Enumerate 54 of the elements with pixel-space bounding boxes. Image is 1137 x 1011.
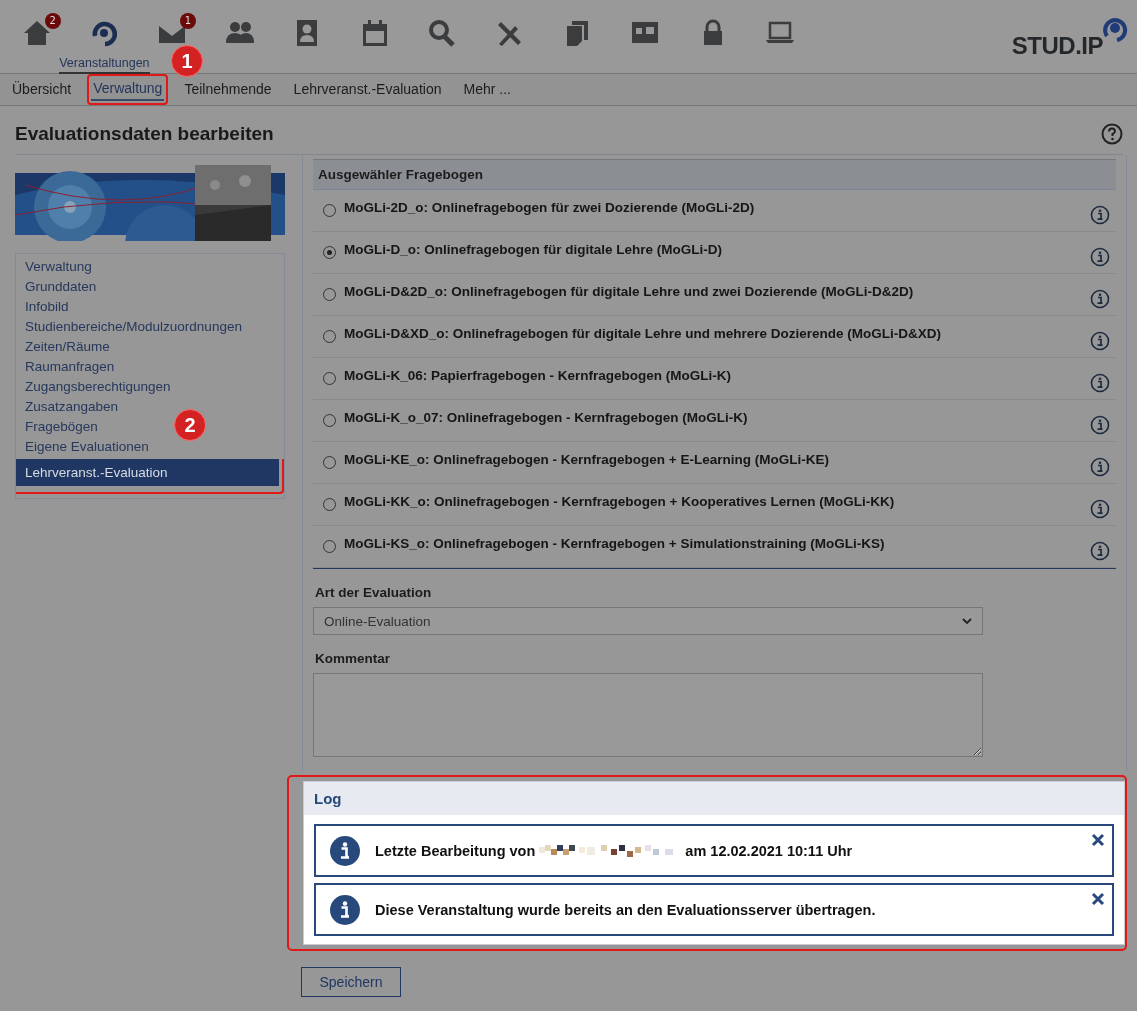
option-label: MoGLi-D&XD_o: Onlinefragebogen für digitale Lehre und mehrere Dozierende (MoGLi-D&XD)	[344, 326, 943, 341]
option-label: MoGLi-KS_o: Onlinefragebogen - Kernfragebogen + Simulationstraining (MoGLi-KS)	[344, 536, 886, 551]
sidebar-item[interactable]: Zusatzangaben	[16, 397, 128, 417]
message-text: Diese Veranstaltung wurde bereits an den Evaluationsserver übertragen.	[375, 901, 876, 918]
evaluation-type-select[interactable]: Online-Evaluation	[313, 607, 983, 635]
option-label: MoGLi-KE_o: Onlinefragebogen - Kernfragebogen + E-Learning (MoGLi-KE)	[344, 452, 830, 467]
info-icon[interactable]	[1090, 330, 1110, 351]
caret-icon	[962, 617, 972, 625]
info-icon	[330, 835, 360, 866]
info-icon[interactable]	[1090, 540, 1110, 561]
sidebar-item[interactable]: Fragebögen	[16, 417, 107, 437]
tab[interactable]: Mehr ...	[461, 79, 513, 100]
sidebar-item[interactable]: Grunddaten	[16, 277, 106, 297]
logo-text: STUD.IP	[1011, 32, 1103, 60]
info-icon[interactable]	[1090, 414, 1110, 435]
comment-field[interactable]	[313, 673, 983, 757]
close-icon[interactable]	[1091, 833, 1105, 847]
option-label: MoGLi-KK_o: Onlinefragebogen - Kernfragebogen + Kooperatives Lernen (MoGLi-KK)	[344, 494, 896, 509]
sidebar-item[interactable]: Raumanfragen	[16, 357, 124, 377]
sidebar-item[interactable]: Eigene Evaluationen	[16, 437, 158, 457]
option-label: MoGLi-K_o_07: Onlinefragebogen - Kernfragebogen (MoGLi-K)	[344, 410, 749, 425]
close-icon[interactable]	[1091, 892, 1105, 906]
info-icon[interactable]	[1090, 246, 1110, 267]
option-label: MoGLi-2D_o: Onlinefragebogen für zwei Dozierende (MoGLi-2D)	[344, 200, 756, 215]
tab[interactable]: Übersicht	[10, 79, 74, 100]
info-icon	[330, 894, 360, 925]
tab[interactable]: Teilnehmende	[182, 79, 274, 100]
notification-badge: 1	[180, 13, 196, 29]
save-button[interactable]: Speichern	[301, 967, 401, 997]
help-icon[interactable]	[1101, 123, 1123, 145]
sidebar-item[interactable]: Lehrveranst.-Evaluation	[16, 459, 279, 486]
page-title: Evaluationsdaten bearbeiten	[15, 123, 274, 145]
field-label: Art der Evaluation	[315, 585, 433, 600]
sidebar-item[interactable]: Studienbereiche/Modulzuordnungen	[16, 317, 251, 337]
sidebar-item[interactable]: Zugangsberechtigungen	[16, 377, 180, 397]
message-text: Letzte Bearbeitung von	[375, 842, 536, 859]
section-header: Ausgewähler Fragebogen	[313, 159, 1116, 190]
info-icon[interactable]	[1090, 372, 1110, 393]
sidebar-item[interactable]: Verwaltung	[16, 257, 101, 277]
option-label: MoGLi-D_o: Onlinefragebogen für digitale Lehre (MoGLi-D)	[344, 242, 723, 257]
info-icon[interactable]	[1090, 288, 1110, 309]
sidebar-item[interactable]: Zeiten/Räume	[16, 337, 119, 357]
option-label: MoGLi-K_06: Papierfragebogen - Kernfragebogen (MoGLi-K)	[344, 368, 733, 383]
info-icon[interactable]	[1090, 498, 1110, 519]
notification-badge: 2	[44, 13, 61, 29]
message-text: am 12.02.2021 10:11 Uhr	[685, 842, 853, 859]
callout-number: 2	[174, 409, 206, 441]
info-icon[interactable]	[1090, 204, 1110, 225]
sidebar-item[interactable]: Infobild	[16, 297, 78, 317]
tab[interactable]: Lehrveranst.-Evaluation	[291, 79, 444, 100]
field-label: Kommentar	[315, 651, 391, 666]
log-title: Log	[304, 782, 1124, 815]
info-icon[interactable]	[1090, 456, 1110, 477]
option-label: MoGLi-D&2D_o: Onlinefragebogen für digitale Lehre und zwei Dozierende (MoGLi-D&2D)	[344, 284, 915, 299]
